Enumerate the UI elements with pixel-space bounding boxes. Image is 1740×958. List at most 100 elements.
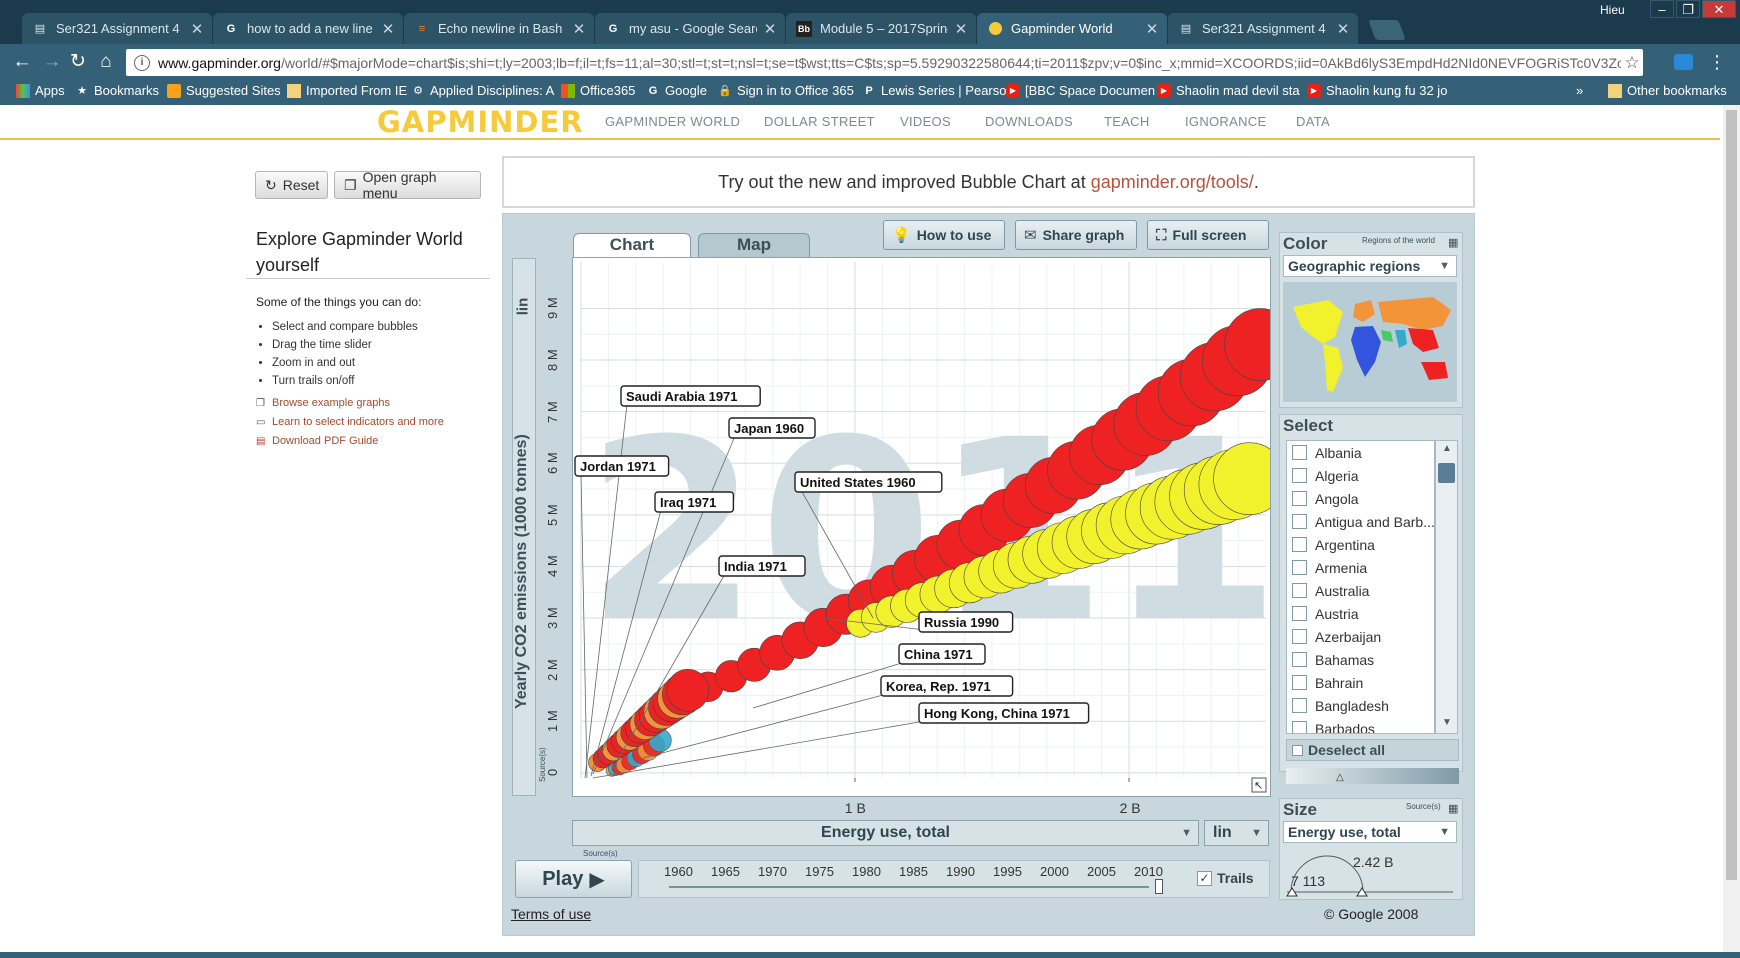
y-source-link[interactable]: Source(s) xyxy=(538,747,547,782)
page-scrollbar-thumb[interactable] xyxy=(1726,110,1737,880)
scrollbar-thumb[interactable] xyxy=(1438,463,1455,483)
list-item[interactable]: Armenia xyxy=(1287,556,1434,579)
terms-of-use-link[interactable]: Terms of use xyxy=(511,906,591,922)
nav-dollar-street[interactable]: DOLLAR STREET xyxy=(764,114,875,129)
checkbox[interactable] xyxy=(1292,491,1307,506)
browse-example-graphs-link[interactable]: ❐ Browse example graphs xyxy=(256,397,390,409)
list-item[interactable]: Australia xyxy=(1287,579,1434,602)
country-list[interactable]: Albania Algeria Angola Antigua and Barb.… xyxy=(1286,440,1435,734)
bookmark-shaolin-devil[interactable]: ▶ Shaolin mad devil sta xyxy=(1157,83,1300,98)
world-map-legend[interactable] xyxy=(1283,282,1457,402)
list-item[interactable]: Algeria xyxy=(1287,464,1434,487)
window-close-icon[interactable]: ✕ xyxy=(1702,0,1736,18)
country-list-scrollbar[interactable]: ▲ ▼ xyxy=(1435,440,1458,734)
info-icon[interactable]: i xyxy=(134,54,150,71)
list-item[interactable]: Antigua and Barb... xyxy=(1287,510,1434,533)
browser-tab[interactable]: G my asu - Google Search ✕ xyxy=(595,13,785,44)
reload-icon[interactable]: ↻ xyxy=(68,52,88,72)
size-source-link[interactable]: Source(s) xyxy=(1406,802,1441,811)
bookmark-apps[interactable]: Apps xyxy=(16,83,65,98)
time-slider-track[interactable] xyxy=(669,886,1149,888)
learn-select-indicators-link[interactable]: ▭ Learn to select indicators and more xyxy=(256,416,444,428)
size-indicator-select[interactable]: Energy use, total ▼ xyxy=(1283,821,1457,843)
tab-chart[interactable]: Chart xyxy=(573,233,691,257)
full-screen-button[interactable]: ⛶ Full screen xyxy=(1147,220,1269,250)
list-item[interactable]: Azerbaijan xyxy=(1287,625,1434,648)
bookmark-suggested-sites[interactable]: Suggested Sites xyxy=(167,83,281,98)
bookmarks-overflow-chevron[interactable]: » xyxy=(1576,83,1583,98)
deselect-all-button[interactable]: Deselect all xyxy=(1286,739,1459,761)
x-source-link[interactable]: Source(s) xyxy=(583,849,618,858)
browser-tab[interactable]: Bb Module 5 – 2017SpringA ✕ xyxy=(786,13,976,44)
color-indicator-select[interactable]: Geographic regions ▼ xyxy=(1283,255,1457,277)
browser-tab[interactable]: ▤ Ser321 Assignment 4 ✕ xyxy=(1168,13,1358,44)
play-button[interactable]: Play ▶ xyxy=(515,860,632,898)
nav-data[interactable]: DATA xyxy=(1296,114,1330,129)
bookmark-star-icon[interactable]: ☆ xyxy=(1621,53,1643,73)
time-slider[interactable]: 1960 1965 1970 1975 1980 1985 1990 1995 … xyxy=(638,860,1270,898)
y-axis-label[interactable]: Yearly CO2 emissions (1000 tonnes) xyxy=(513,415,537,715)
close-icon[interactable]: ✕ xyxy=(954,20,968,38)
close-icon[interactable]: ✕ xyxy=(763,20,777,38)
bookmark-applied-disciplines[interactable]: ⚙ Applied Disciplines: A xyxy=(411,83,554,98)
nav-videos[interactable]: VIDEOS xyxy=(900,114,951,129)
bookmark-pearson[interactable]: P Lewis Series | Pearson xyxy=(862,83,1013,98)
page-scrollbar[interactable] xyxy=(1723,105,1740,958)
checkbox[interactable] xyxy=(1292,721,1307,733)
bookmark-office-signin[interactable]: 🔒 Sign in to Office 365 xyxy=(718,83,854,98)
scroll-down-icon[interactable]: ▼ xyxy=(1442,717,1452,728)
download-pdf-guide-link[interactable]: ▤ Download PDF Guide xyxy=(256,435,378,447)
back-icon[interactable]: ← xyxy=(12,52,32,72)
grid-icon[interactable]: ▦ xyxy=(1448,802,1458,815)
x-axis-selector[interactable]: Energy use, total ▼ xyxy=(572,820,1199,846)
list-item[interactable]: Bangladesh xyxy=(1287,694,1434,717)
browser-tab-active[interactable]: Gapminder World ✕ xyxy=(977,13,1167,44)
close-icon[interactable]: ✕ xyxy=(381,20,395,38)
extension-icon[interactable] xyxy=(1674,54,1693,70)
restore-icon[interactable]: ❐ xyxy=(1676,0,1700,18)
checkbox-checked-icon[interactable]: ✓ xyxy=(1197,870,1212,886)
y-scale-toggle[interactable]: lin xyxy=(514,298,531,316)
list-item[interactable]: Bahrain xyxy=(1287,671,1434,694)
bookmark-google[interactable]: G Google xyxy=(646,83,707,98)
how-to-use-button[interactable]: 💡 How to use xyxy=(883,220,1005,250)
bookmark-bbc-space[interactable]: ▶ [BBC Space Documen xyxy=(1006,83,1155,98)
close-icon[interactable]: ✕ xyxy=(190,20,204,38)
checkbox[interactable] xyxy=(1292,537,1307,552)
trails-toggle[interactable]: ✓ Trails xyxy=(1197,870,1254,886)
open-graph-menu-button[interactable]: ❐ Open graph menu xyxy=(334,169,481,201)
checkbox[interactable] xyxy=(1292,675,1307,690)
gapminder-logo[interactable]: GAPMINDER xyxy=(377,105,584,139)
size-legend[interactable]: 2.42 B 7 113 xyxy=(1283,848,1457,898)
bookmark-office365[interactable]: Office365 xyxy=(561,83,635,98)
tab-map[interactable]: Map xyxy=(698,233,810,257)
checkbox[interactable] xyxy=(1292,606,1307,621)
bookmark-other[interactable]: Other bookmarks xyxy=(1608,83,1727,98)
time-slider-thumb[interactable] xyxy=(1155,879,1163,894)
close-icon[interactable]: ✕ xyxy=(572,20,586,38)
bookmark-shaolin-kungfu[interactable]: ▶ Shaolin kung fu 32 jo xyxy=(1307,83,1447,98)
checkbox[interactable] xyxy=(1292,652,1307,667)
forward-icon[interactable]: → xyxy=(42,52,62,72)
scroll-up-icon[interactable]: ▲ xyxy=(1442,443,1452,454)
minimize-icon[interactable]: – xyxy=(1650,0,1674,18)
home-icon[interactable]: ⌂ xyxy=(96,52,116,72)
checkbox[interactable] xyxy=(1292,629,1307,644)
bookmark-bookmarks[interactable]: ★ Bookmarks xyxy=(75,83,159,98)
browser-tab[interactable]: ▤ Ser321 Assignment 4 ✕ xyxy=(22,13,212,44)
checkbox[interactable] xyxy=(1292,560,1307,575)
slider-handle-icon[interactable]: △ xyxy=(1336,772,1344,783)
gapminder-tools-link[interactable]: gapminder.org/tools/ xyxy=(1091,172,1254,192)
address-bar[interactable]: i www.gapminder.org/world/#$majorMode=ch… xyxy=(126,49,1643,76)
nav-teach[interactable]: TEACH xyxy=(1104,114,1150,129)
browser-tab[interactable]: G how to add a new line in ✕ xyxy=(213,13,403,44)
checkbox[interactable] xyxy=(1292,514,1307,529)
bookmark-imported[interactable]: Imported From IE xyxy=(287,83,407,98)
new-tab-button[interactable] xyxy=(1368,20,1406,40)
checkbox[interactable] xyxy=(1292,468,1307,483)
list-item[interactable]: Austria xyxy=(1287,602,1434,625)
list-item[interactable]: Bahamas xyxy=(1287,648,1434,671)
x-scale-selector[interactable]: lin ▼ xyxy=(1204,820,1269,846)
browser-tab[interactable]: ≡ Echo newline in Bash prin ✕ xyxy=(404,13,594,44)
profile-name[interactable]: Hieu xyxy=(1600,3,1625,17)
